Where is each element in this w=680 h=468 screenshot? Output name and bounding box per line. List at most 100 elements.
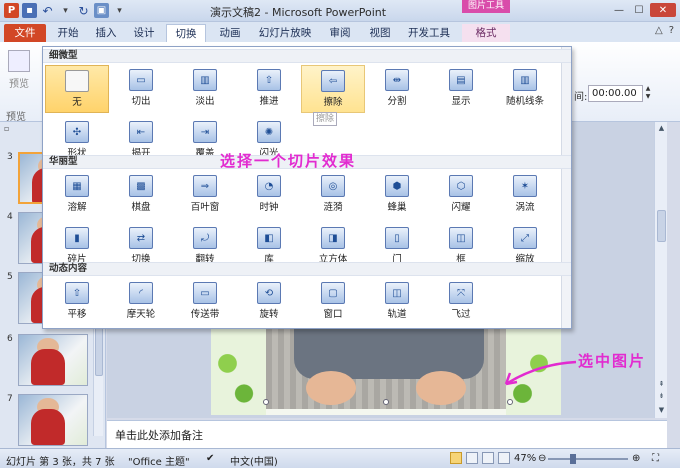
close-pane-icon[interactable]: ▫ — [4, 124, 9, 133]
transition-vortex[interactable]: ✶ 涡流 — [493, 171, 557, 219]
tab-view[interactable]: 视图 — [364, 24, 396, 42]
status-bar: 幻灯片 第 3 张，共 7 张 "Office 主题" ✔ 中文(中国) 47%… — [0, 448, 680, 468]
push-icon: ⇧ — [257, 69, 281, 91]
notes-pane[interactable]: 单击此处添加备注 — [107, 420, 667, 448]
transition-clock[interactable]: ◔ 时钟 — [237, 171, 301, 219]
tab-animations[interactable]: 动画 — [212, 24, 248, 42]
redo-icon[interactable]: ↻ — [76, 3, 91, 18]
cut-icon: ▭ — [129, 69, 153, 91]
checkerboard-icon: ▩ — [129, 175, 153, 197]
powerpoint-logo-icon[interactable]: P — [4, 3, 19, 18]
maximize-icon[interactable]: ☐ — [630, 3, 648, 17]
slideshow-view-icon[interactable] — [498, 452, 510, 464]
transition-label: 淡出 — [195, 96, 215, 107]
transition-label: 分割 — [387, 96, 407, 107]
transition-split[interactable]: ⇹ 分割 — [365, 65, 429, 113]
transition-pan[interactable]: ⇧ 平移 — [45, 278, 109, 326]
transition-none[interactable]: 无 — [45, 65, 109, 113]
tab-file[interactable]: 文件 — [4, 24, 46, 42]
honeycomb-icon: ⬢ — [385, 175, 409, 197]
undo-icon[interactable]: ↶ — [40, 3, 55, 18]
scroll-up-icon[interactable]: ▲ — [655, 124, 668, 132]
transition-orbit[interactable]: ◫ 轨道 — [365, 278, 429, 326]
next-slide-icon[interactable]: ⇟ — [655, 392, 668, 400]
spell-check-icon[interactable]: ✔ — [206, 453, 214, 464]
tab-home[interactable]: 开始 — [52, 24, 84, 42]
zoom-out-icon[interactable]: ⊖ — [538, 453, 546, 464]
transition-window[interactable]: ▢ 窗口 — [301, 278, 365, 326]
fly-through-icon: ⤧ — [449, 282, 473, 304]
transition-label: 闪耀 — [451, 202, 471, 213]
transition-ferris-wheel[interactable]: ◜ 摩天轮 — [109, 278, 173, 326]
preview-icon — [8, 50, 30, 72]
ferris-wheel-icon: ◜ — [129, 282, 153, 304]
normal-view-icon[interactable] — [450, 452, 462, 464]
transition-ripple[interactable]: ◎ 涟漪 — [301, 171, 365, 219]
transition-honeycomb[interactable]: ⬢ 蜂巢 — [365, 171, 429, 219]
zoom-level[interactable]: 47% — [514, 453, 536, 464]
slide-number: 4 — [7, 212, 13, 222]
zoom-in-icon[interactable]: ⊕ — [632, 453, 640, 464]
transition-label: 轨道 — [387, 309, 407, 320]
slide-scrollbar[interactable]: ▲ ⇞ ⇟ ▼ — [654, 122, 667, 418]
resize-handle[interactable] — [383, 399, 389, 405]
tab-slideshow[interactable]: 幻灯片放映 — [254, 24, 316, 42]
transition-glitter[interactable]: ⬡ 闪耀 — [429, 171, 493, 219]
tab-design[interactable]: 设计 — [128, 24, 160, 42]
transition-random-bars[interactable]: ▥ 随机线条 — [493, 65, 557, 113]
transition-fade[interactable]: ▥ 淡出 — [173, 65, 237, 113]
transition-label: 推进 — [259, 96, 279, 107]
minimize-icon[interactable]: — — [610, 3, 628, 17]
language-indicator[interactable]: 中文(中国) — [230, 453, 278, 468]
transition-label: 飞过 — [451, 309, 471, 320]
transition-label: 涡流 — [515, 202, 535, 213]
scroll-down-icon[interactable]: ▼ — [655, 406, 668, 414]
undo-dropdown-icon[interactable]: ▾ — [58, 3, 73, 18]
transition-rotate[interactable]: ⟲ 旋转 — [237, 278, 301, 326]
resize-handle[interactable] — [507, 399, 513, 405]
collapse-ribbon-icon[interactable]: △ — [655, 25, 663, 36]
tab-developer[interactable]: 开发工具 — [402, 24, 456, 42]
transition-conveyor[interactable]: ▭ 传送带 — [173, 278, 237, 326]
duration-spinner[interactable]: ▲ ▼ — [643, 85, 653, 102]
fit-to-window-icon[interactable]: ⛶ — [652, 453, 659, 464]
theme-name[interactable]: "Office 主题" — [128, 453, 190, 468]
resize-handle[interactable] — [263, 399, 269, 405]
duration-input[interactable]: 00:00.00 — [588, 85, 643, 102]
previous-slide-icon[interactable]: ⇞ — [655, 380, 668, 388]
transition-reveal[interactable]: ▤ 显示 — [429, 65, 493, 113]
tab-format[interactable]: 格式 — [462, 24, 510, 42]
tab-review[interactable]: 审阅 — [322, 24, 358, 42]
slide-preview — [18, 334, 88, 386]
close-icon[interactable]: ✕ — [650, 3, 676, 17]
gallery-scrollbar[interactable] — [561, 47, 571, 328]
transition-wipe[interactable]: ⇦ 擦除 — [301, 65, 365, 113]
customize-qat-icon[interactable]: ▾ — [112, 3, 127, 18]
tab-transitions[interactable]: 切换 — [166, 24, 206, 42]
slide-number: 5 — [7, 272, 13, 282]
transition-label: 显示 — [451, 96, 471, 107]
reading-view-icon[interactable] — [482, 452, 494, 464]
selected-picture[interactable] — [266, 329, 506, 409]
slide-number: 6 — [7, 334, 13, 344]
transition-dissolve[interactable]: ▦ 溶解 — [45, 171, 109, 219]
transition-fly-through[interactable]: ⤧ 飞过 — [429, 278, 493, 326]
slide-number: 3 — [7, 152, 13, 162]
zoom-slider-thumb[interactable] — [570, 454, 576, 464]
transition-push[interactable]: ⇧ 推进 — [237, 65, 301, 113]
save-icon[interactable]: ▪ — [22, 3, 37, 18]
pan-icon: ⇧ — [65, 282, 89, 304]
slide-sorter-icon[interactable] — [466, 452, 478, 464]
tab-insert[interactable]: 插入 — [90, 24, 122, 42]
gallery-section-header: 细微型 — [43, 49, 571, 63]
picture-icon[interactable]: ▣ — [94, 3, 109, 18]
transition-blinds[interactable]: ⇒ 百叶窗 — [173, 171, 237, 219]
transition-checkerboard[interactable]: ▩ 棋盘 — [109, 171, 173, 219]
blinds-icon: ⇒ — [193, 175, 217, 197]
zoom-slider[interactable] — [548, 458, 628, 460]
transition-label: 溶解 — [67, 202, 87, 213]
transition-cut[interactable]: ▭ 切出 — [109, 65, 173, 113]
preview-button[interactable]: 预览 — [4, 50, 34, 90]
help-icon[interactable]: ? — [669, 25, 674, 36]
fade-icon: ▥ — [193, 69, 217, 91]
